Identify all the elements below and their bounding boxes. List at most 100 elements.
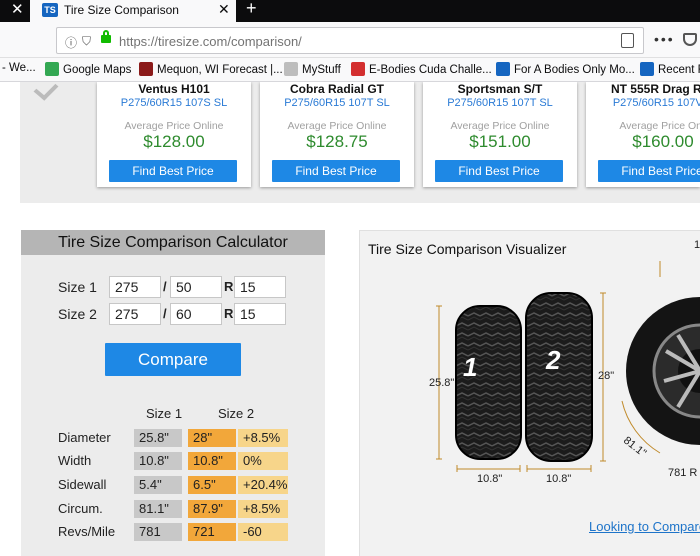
bookmark-mequon-forecast[interactable]: Mequon, WI Forecast |...	[139, 62, 283, 76]
table-row: Circum. 81.1" 87.9" +8.5%	[58, 500, 318, 518]
nav-bar: ⓘ ⛉ https://tiresize.com/comparison/ •••	[0, 22, 700, 58]
size1-ratio-input[interactable]: 50	[170, 276, 222, 298]
tab-title: Tire Size Comparison	[64, 3, 179, 17]
tire-card: Ventus H101 P275/60R15 107S SL Average P…	[97, 82, 251, 187]
tire-2-height: 28"	[598, 370, 615, 382]
ebodies-icon	[351, 62, 365, 76]
comparison-calculator: Tire Size Comparison Calculator Size 1 2…	[21, 230, 325, 556]
bookmark-recent[interactable]: Recent F	[640, 62, 700, 76]
url-text[interactable]: https://tiresize.com/comparison/	[119, 34, 302, 49]
size1-value: 10.8"	[134, 452, 182, 470]
tire-2-label: 2	[546, 345, 561, 375]
avg-price-label: Average Price Online	[450, 120, 550, 132]
reader-view-icon[interactable]	[621, 33, 634, 48]
tire-name[interactable]: Sportsman S/T	[423, 82, 577, 96]
tire-size[interactable]: P275/60R15 107V S	[586, 96, 700, 110]
slash: /	[163, 279, 167, 294]
row-label: Width	[58, 453, 92, 468]
table-row: Width 10.8" 10.8" 0%	[58, 452, 318, 470]
width-dimension	[456, 465, 592, 472]
find-best-price-button[interactable]: Find Best Price	[435, 160, 563, 182]
mopar-icon	[640, 62, 654, 76]
col-size2-header: Size 2	[218, 406, 255, 421]
tire-price: $160.00	[632, 132, 694, 151]
bookmark-a-bodies[interactable]: For A Bodies Only Mo...	[496, 62, 635, 76]
size2-label: Size 2	[58, 306, 97, 322]
tire-card: Cobra Radial GT P275/60R15 107T SL Avera…	[260, 82, 414, 187]
avg-price-label: Average Price Online	[287, 120, 387, 132]
bookmarks-toolbar: - We... Google Maps Mequon, WI Forecast …	[0, 58, 700, 82]
lock-icon	[101, 30, 111, 43]
size2-value: 10.8"	[188, 452, 236, 470]
tire-size[interactable]: P275/60R15 107S SL	[97, 96, 251, 110]
difference-value: +8.5%	[238, 429, 288, 447]
tire-size[interactable]: P275/60R15 107T SL	[423, 96, 577, 110]
size2-ratio-input[interactable]: 60	[170, 303, 222, 325]
bookmark-mystuff[interactable]: MyStuff	[284, 62, 341, 76]
tab-active[interactable]: TS Tire Size Comparison ✕	[30, 0, 236, 22]
find-best-price-button[interactable]: Find Best Price	[598, 160, 700, 182]
new-tab-icon[interactable]: +	[246, 0, 257, 19]
pocket-icon[interactable]	[683, 33, 697, 46]
difference-value: 0%	[238, 452, 288, 470]
size2-value: 6.5"	[188, 476, 236, 494]
tire-price: $128.00	[143, 132, 205, 151]
size2-rim-input[interactable]: 15	[234, 303, 286, 325]
find-best-price-button[interactable]: Find Best Price	[109, 160, 237, 182]
bookmark-google-maps[interactable]: Google Maps	[45, 62, 131, 76]
difference-value: -60	[238, 523, 288, 541]
bookmark-item[interactable]: - We...	[2, 62, 36, 74]
side-view-wheel	[621, 261, 700, 454]
row-label: Diameter	[58, 430, 111, 445]
table-row: Diameter 25.8" 28" +8.5%	[58, 429, 318, 447]
page-content: Ventus H101 P275/60R15 107S SL Average P…	[0, 82, 700, 556]
size1-value: 5.4"	[134, 476, 182, 494]
compare-button[interactable]: Compare	[105, 343, 241, 376]
more-menu-icon[interactable]: •••	[654, 31, 675, 47]
find-best-price-button[interactable]: Find Best Price	[272, 160, 400, 182]
calculator-title: Tire Size Comparison Calculator	[21, 230, 325, 255]
bookmark-ebodies[interactable]: E-Bodies Cuda Challe...	[351, 62, 492, 76]
size2-value: 87.9"	[188, 500, 236, 518]
tab-bar: ✕ TS Tire Size Comparison ✕ +	[0, 0, 700, 22]
tire-2-graphic	[525, 292, 593, 462]
info-icon[interactable]: ⓘ	[65, 34, 77, 51]
size1-width-input[interactable]: 275	[109, 276, 161, 298]
tire-size[interactable]: P275/60R15 107T SL	[260, 96, 414, 110]
size2-value: 28"	[188, 429, 236, 447]
address-bar[interactable]: ⓘ ⛉ https://tiresize.com/comparison/	[56, 27, 644, 54]
col-size1-header: Size 1	[146, 406, 183, 421]
close-previous-tab-icon[interactable]: ✕	[11, 2, 24, 18]
tire-2-width: 10.8"	[546, 473, 572, 485]
close-tab-icon[interactable]: ✕	[218, 1, 230, 18]
size1-label: Size 1	[58, 279, 97, 295]
row-label: Circum.	[58, 501, 103, 516]
shield-icon[interactable]: ⛉	[82, 34, 91, 49]
row-label: Revs/Mile	[58, 524, 116, 539]
table-row: Sidewall 5.4" 6.5" +20.4%	[58, 476, 318, 494]
tiresize-favicon-icon: TS	[42, 3, 58, 17]
size2-value: 721	[188, 523, 236, 541]
mopar-icon	[496, 62, 510, 76]
tire-name[interactable]: Cobra Radial GT	[260, 82, 414, 96]
weather-icon	[139, 62, 153, 76]
looking-to-compare-link[interactable]: Looking to Compare	[589, 519, 700, 534]
tire-card: NT 555R Drag Rac P275/60R15 107V S Avera…	[586, 82, 700, 187]
size1-rim-input[interactable]: 15	[234, 276, 286, 298]
size1-value: 781	[134, 523, 182, 541]
tire-price: $151.00	[469, 132, 531, 151]
tire-price: $128.75	[306, 132, 368, 151]
slash: /	[163, 306, 167, 321]
rim-r-label: R	[224, 279, 234, 294]
tire-card: Sportsman S/T P275/60R15 107T SL Average…	[423, 82, 577, 187]
tire-1-width: 10.8"	[477, 473, 503, 485]
size1-value: 25.8"	[134, 429, 182, 447]
tire-name[interactable]: Ventus H101	[97, 82, 251, 96]
avg-price-label: Average Price Onli	[619, 120, 700, 132]
side-revs: 781 R	[668, 467, 698, 479]
tire-1-label: 1	[463, 352, 478, 382]
size2-width-input[interactable]: 275	[109, 303, 161, 325]
tire-name[interactable]: NT 555R Drag Rac	[586, 82, 700, 96]
row-label: Sidewall	[58, 477, 107, 492]
table-row: Revs/Mile 781 721 -60	[58, 523, 318, 541]
